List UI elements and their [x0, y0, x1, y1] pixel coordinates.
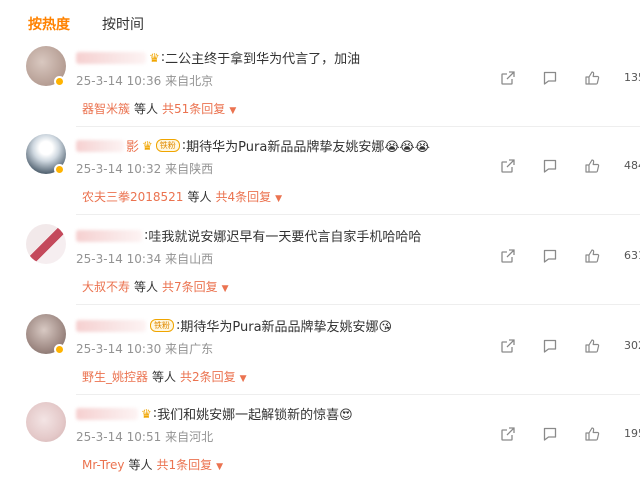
- comment-item: ♛:我们和姚安娜一起解锁新的惊喜😍 25-3-14 10:51 来自河北 195…: [0, 402, 640, 485]
- crown-icon: ♛: [141, 406, 152, 421]
- avatar[interactable]: [26, 402, 66, 442]
- comment-meta: 25-3-14 10:32 来自陕西: [76, 160, 213, 177]
- view-replies-link[interactable]: 共1条回复: [156, 458, 212, 472]
- username-blurred[interactable]: [76, 51, 146, 64]
- like-count: 1352: [624, 71, 640, 84]
- comment-item: 铁粉:期待华为Pura新品品牌挚友姚安娜😘 25-3-14 10:30 来自广东…: [0, 314, 640, 402]
- chevron-down-icon[interactable]: ▼: [275, 194, 282, 204]
- location: 来自河北: [165, 430, 214, 444]
- comment-text: 期待华为Pura新品品牌挚友姚安娜😘: [180, 320, 393, 335]
- like-count: 195: [624, 427, 640, 440]
- share-icon[interactable]: [500, 70, 516, 86]
- tab-sort-by-hot[interactable]: 按热度: [28, 14, 70, 34]
- reply-username[interactable]: Mr-Trey: [82, 458, 124, 472]
- timestamp: 25-3-14 10:34: [76, 252, 162, 266]
- like-icon[interactable]: [584, 426, 600, 442]
- chevron-down-icon[interactable]: ▼: [222, 284, 229, 294]
- comment-icon[interactable]: [542, 338, 558, 354]
- verified-badge-icon: [54, 164, 65, 175]
- reply-summary: 野生_姚控器 等人 共2条回复 ▼: [82, 370, 247, 384]
- view-replies-link[interactable]: 共51条回复: [162, 102, 225, 116]
- view-replies-link[interactable]: 共4条回复: [215, 190, 271, 204]
- comment-actions: 484: [500, 158, 640, 178]
- username-blurred[interactable]: [76, 139, 124, 152]
- location: 来自广东: [165, 342, 214, 356]
- like-icon[interactable]: [584, 70, 600, 86]
- reply-summary: 器智米簇 等人 共51条回复 ▼: [82, 102, 237, 116]
- like-count: 484: [624, 159, 640, 172]
- reply-username[interactable]: 器智米簇: [82, 102, 130, 116]
- timestamp: 25-3-14 10:36: [76, 74, 162, 88]
- crown-icon: ♛: [149, 50, 160, 65]
- timestamp: 25-3-14 10:32: [76, 162, 162, 176]
- chevron-down-icon[interactable]: ▼: [240, 374, 247, 384]
- divider: [76, 214, 640, 215]
- comment-actions: 195: [500, 426, 640, 446]
- verified-badge-icon: [54, 344, 65, 355]
- comment-icon[interactable]: [542, 70, 558, 86]
- location: 来自陕西: [165, 162, 214, 176]
- comment-item: ♛:二公主终于拿到华为代言了，加油 25-3-14 10:36 来自北京 135…: [0, 46, 640, 134]
- timestamp: 25-3-14 10:51: [76, 430, 162, 444]
- chevron-down-icon[interactable]: ▼: [229, 106, 236, 116]
- fan-tag: 铁粉: [150, 319, 174, 332]
- like-count: 631: [624, 249, 640, 262]
- avatar[interactable]: [26, 224, 66, 264]
- reply-username[interactable]: 野生_姚控器: [82, 370, 148, 384]
- view-replies-link[interactable]: 共2条回复: [180, 370, 236, 384]
- divider: [76, 126, 640, 127]
- comment-icon[interactable]: [542, 158, 558, 174]
- chevron-down-icon[interactable]: ▼: [216, 462, 223, 472]
- share-icon[interactable]: [500, 426, 516, 442]
- reply-username[interactable]: 农夫三拳2018521: [82, 190, 183, 204]
- fan-tag: 铁粉: [155, 139, 180, 152]
- reply-username[interactable]: 大叔不寿: [82, 280, 130, 294]
- username-blurred[interactable]: [76, 319, 146, 332]
- comment-text: 二公主终于拿到华为代言了，加油: [165, 52, 361, 67]
- divider: [76, 304, 640, 305]
- comment-item: :哇我就说安娜迟早有一天要代言自家手机哈哈哈 25-3-14 10:34 来自山…: [0, 224, 640, 312]
- divider: [76, 394, 640, 395]
- comment-text: 哇我就说安娜迟早有一天要代言自家手机哈哈哈: [148, 230, 422, 245]
- reply-summary: Mr-Trey 等人 共1条回复 ▼: [82, 458, 224, 472]
- username-blurred[interactable]: [76, 407, 138, 420]
- like-icon[interactable]: [584, 248, 600, 264]
- comment-meta: 25-3-14 10:30 来自广东: [76, 340, 213, 357]
- reply-summary: 大叔不寿 等人 共7条回复 ▼: [82, 280, 229, 294]
- like-icon[interactable]: [584, 338, 600, 354]
- comment-icon[interactable]: [542, 248, 558, 264]
- view-replies-link[interactable]: 共7条回复: [162, 280, 218, 294]
- comment-actions: 1352: [500, 70, 640, 90]
- comment-icon[interactable]: [542, 426, 558, 442]
- tab-sort-by-time[interactable]: 按时间: [102, 14, 144, 34]
- comment-meta: 25-3-14 10:51 来自河北: [76, 428, 213, 445]
- crown-icon: ♛: [142, 138, 153, 153]
- like-icon[interactable]: [584, 158, 600, 174]
- location: 来自北京: [165, 74, 214, 88]
- like-count: 302: [624, 339, 640, 352]
- comment-actions: 302: [500, 338, 640, 358]
- comment-meta: 25-3-14 10:34 来自山西: [76, 250, 213, 267]
- verified-badge-icon: [54, 76, 65, 87]
- comment-text: 期待华为Pura新品品牌挚友姚安娜😭😭😭: [186, 140, 430, 155]
- comment-meta: 25-3-14 10:36 来自北京: [76, 72, 213, 89]
- timestamp: 25-3-14 10:30: [76, 342, 162, 356]
- username-blurred[interactable]: [76, 229, 142, 242]
- location: 来自山西: [165, 252, 214, 266]
- share-icon[interactable]: [500, 338, 516, 354]
- reply-summary: 农夫三拳2018521 等人 共4条回复 ▼: [82, 190, 283, 204]
- comment-actions: 631: [500, 248, 640, 268]
- share-icon[interactable]: [500, 158, 516, 174]
- comment-item: 影 ♛ 铁粉:期待华为Pura新品品牌挚友姚安娜😭😭😭 25-3-14 10:32 …: [0, 134, 640, 222]
- share-icon[interactable]: [500, 248, 516, 264]
- comment-text: 我们和姚安娜一起解锁新的惊喜😍: [157, 408, 353, 423]
